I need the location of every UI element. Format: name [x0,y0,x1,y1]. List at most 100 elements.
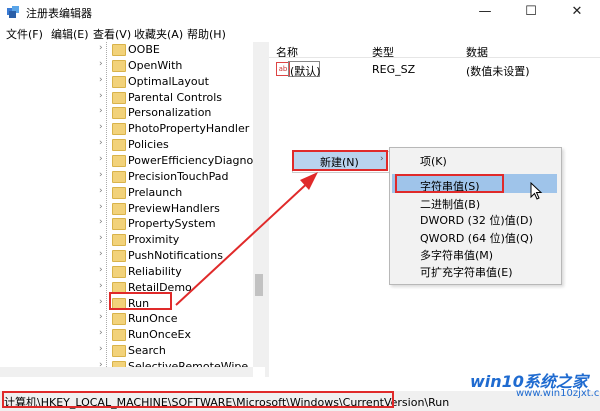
tree-guide-line [106,42,107,367]
expand-chevron-icon[interactable]: › [99,43,103,53]
folder-icon [112,202,126,215]
submenu-item-label: 多字符串值(M) [420,249,494,262]
submenu-item-label: 项(K) [420,155,447,168]
minimize-button[interactable]: — [462,0,508,24]
expand-chevron-icon[interactable]: › [99,328,103,338]
tree-node[interactable]: › PreviewHandlers [0,201,255,217]
expand-chevron-icon[interactable]: › [99,344,103,354]
expand-chevron-icon[interactable]: › [99,249,103,259]
regedit-app-icon [7,6,19,18]
tree-node[interactable]: › PushNotifications [0,248,255,264]
tree-node-label: Proximity [128,233,180,247]
folder-icon [112,218,126,231]
string-value-annotation-box [395,174,504,193]
tree-node-label: PhotoPropertyHandler [128,122,250,136]
value-name[interactable]: (默认) [290,63,321,79]
watermark-url: www.win10zjxt.com [516,388,600,399]
tree-node[interactable]: › Policies [0,137,255,153]
tree-node-label: PreviewHandlers [128,201,220,215]
submenu-item[interactable]: QWORD (64 位)值(Q) [392,228,557,246]
tree-node[interactable]: › PowerEfficiencyDiagnostics [0,153,265,169]
folder-icon [112,250,126,263]
tree-node[interactable]: › PhotoPropertyHandler [0,121,255,137]
tree-node[interactable]: › PrecisionTouchPad [0,169,255,185]
tree-node-label: RunOnce [128,312,178,326]
tree-node[interactable]: › Reliability [0,264,255,280]
expand-chevron-icon[interactable]: › [99,233,103,243]
run-key-annotation-box [109,292,172,310]
tree-node-label: Personalization [128,106,212,120]
expand-chevron-icon[interactable]: › [99,202,103,212]
maximize-button[interactable]: ☐ [508,0,554,24]
submenu-item-label: QWORD (64 位)值(Q) [420,232,534,245]
expand-chevron-icon[interactable]: › [99,122,103,132]
tree-node[interactable]: › Search [0,343,255,359]
folder-icon [112,59,126,72]
menu-item[interactable]: 文件(F) [6,26,43,42]
submenu-item-label: 可扩充字符串值(E) [420,266,513,279]
tree-horizontal-scrollbar[interactable] [0,367,253,377]
expand-chevron-icon[interactable]: › [99,59,103,69]
expand-chevron-icon[interactable]: › [99,281,103,291]
folder-icon [112,123,126,136]
expand-chevron-icon[interactable]: › [99,106,103,116]
folder-icon [112,313,126,326]
tree-node[interactable]: › Personalization [0,105,255,121]
tree-node[interactable]: › Proximity [0,232,255,248]
menu-item[interactable]: 帮助(H) [187,26,226,42]
tree-node[interactable]: › PropertySystem [0,216,255,232]
tree-node-label: Search [128,344,166,358]
expand-chevron-icon[interactable]: › [99,170,103,180]
expand-chevron-icon[interactable]: › [99,217,103,227]
folder-icon [112,154,126,167]
registry-tree: › OOBE › OpenWith › OptimalLayout › Parental Co… [0,42,265,377]
value-type: REG_SZ [372,63,416,76]
expand-chevron-icon[interactable]: › [99,186,103,196]
tree-node[interactable]: › RunOnce [0,311,255,327]
menu-item[interactable]: 收藏夹(A) [134,26,183,42]
close-button[interactable]: ✕ [554,0,600,24]
expand-chevron-icon[interactable]: › [99,297,103,307]
tree-node[interactable]: › OpenWith [0,58,255,74]
submenu-item[interactable]: 多字符串值(M) [392,245,557,263]
tree-node-label: PrecisionTouchPad [128,169,229,183]
tree-node[interactable]: › Parental Controls [0,90,255,106]
tree-node-label: OpenWith [128,58,183,72]
expand-chevron-icon[interactable]: › [99,138,103,148]
tree-node-label: Prelaunch [128,185,183,199]
tree-node[interactable]: › OOBE [0,42,255,58]
expand-chevron-icon[interactable]: › [99,91,103,101]
folder-icon [112,44,126,56]
folder-icon [112,265,126,278]
value-data: (数值未设置) [466,65,530,78]
expand-chevron-icon[interactable]: › [99,265,103,275]
tree-node-label: Parental Controls [128,90,222,104]
folder-icon [112,170,126,183]
folder-icon [112,75,126,88]
tree-node-label: Policies [128,138,169,152]
expand-chevron-icon[interactable]: › [99,75,103,85]
folder-icon [112,91,126,104]
tree-node[interactable]: › OptimalLayout [0,74,255,90]
tree-node-label: PropertySystem [128,217,216,231]
folder-icon [112,329,126,342]
tree-node[interactable]: › Prelaunch [0,185,255,201]
path-annotation-box [2,391,394,408]
tree-scroll-thumb[interactable] [255,274,263,296]
expand-chevron-icon[interactable]: › [99,312,103,322]
new-item-annotation-box [292,150,388,171]
submenu-item-label: DWORD (32 位)值(D) [420,214,533,227]
folder-icon [112,107,126,120]
menu-item[interactable]: 查看(V) [93,26,131,42]
tree-vertical-scrollbar[interactable] [253,42,265,367]
expand-chevron-icon[interactable]: › [99,154,103,164]
submenu-item[interactable]: DWORD (32 位)值(D) [392,210,557,228]
submenu-item[interactable]: 可扩充字符串值(E) [392,262,557,280]
menu-bar: 文件(F) 编辑(E) 查看(V) 收藏夹(A) 帮助(H) [0,24,600,42]
tree-node[interactable]: › RunOnceEx [0,327,255,343]
submenu-item[interactable]: 项(K) [392,151,557,169]
tree-node-label: OptimalLayout [128,74,209,88]
folder-icon [112,345,126,358]
menu-item[interactable]: 编辑(E) [51,26,89,42]
tree-node-label: OOBE [128,43,160,56]
